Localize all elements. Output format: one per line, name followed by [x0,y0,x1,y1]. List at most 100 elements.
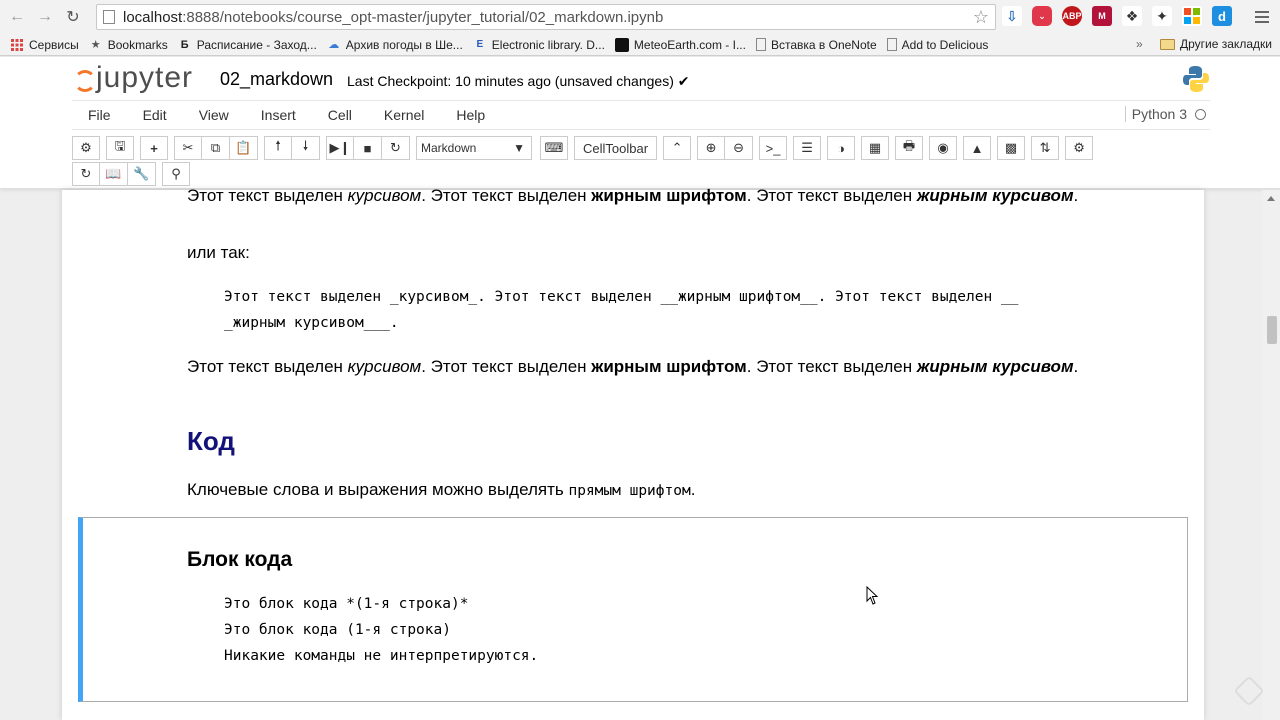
heading-code: Код [187,426,235,456]
code-line-2: Это блок кода (1-я строка) [224,622,451,638]
move-up-arrow-icon[interactable]: 🠕 [264,136,292,160]
back-arrow-icon[interactable]: ← [6,6,28,28]
refresh-icon[interactable]: ↻ [72,162,100,186]
cell-type-select[interactable]: Markdown ▼ [416,136,532,160]
search-icon[interactable]: ⚲ [162,162,190,186]
notebook-name[interactable]: 02_markdown [220,69,333,90]
insert-cell-plus-icon[interactable]: + [140,136,168,160]
mendeley-icon[interactable]: M [1092,6,1112,26]
browser-toolbar: ← → ↻ localhost:8888/notebooks/course_op… [0,0,1280,34]
extension-icons: ⇩ ⌄ ABP M ❖ ✦ d [1002,6,1232,26]
forward-arrow-icon[interactable]: → [34,6,56,28]
dictionary-icon[interactable]: d [1212,6,1232,26]
zoom-in-icon[interactable]: ⊕ [697,136,726,160]
evernote-icon[interactable]: ❖ [1122,6,1142,26]
b-icon: Ƃ [180,38,189,51]
bookmark-star-icon[interactable]: ☆ [973,7,989,28]
print-icon[interactable]: 🖶 [895,136,924,160]
page-scrollbar[interactable] [1262,190,1280,720]
menu-help[interactable]: Help [440,107,501,123]
blockquote-raw-line-2: _жирным курсивом___. [224,315,399,331]
menu-view[interactable]: View [183,107,245,123]
markdown-keywords: Ключевые слова и выражения можно выделят… [187,480,696,499]
celltoolbar-button[interactable]: CellToolbar [574,136,658,160]
bookmarks-overflow[interactable]: » [1136,37,1143,51]
terminal-icon[interactable]: >_ [759,136,788,160]
copy-icon[interactable]: ⧉ [202,136,230,160]
code-line-1: Это блок кода *(1-я строка)* [224,596,469,612]
kernel-idle-icon [1195,108,1206,120]
other-bookmarks[interactable]: Другие закладки [1160,37,1272,51]
cut-icon[interactable]: ✂ [174,136,202,160]
url-text: localhost:8888/notebooks/course_opt-mast… [123,8,664,26]
menu-edit[interactable]: Edit [127,107,183,123]
jupyter-logo[interactable]: jupyter [72,61,193,95]
page-icon [886,38,897,51]
bookmark-item[interactable]: ★ Bookmarks [89,38,168,52]
save-icon[interactable]: 🖫 [106,136,134,160]
calculator-icon[interactable]: ▦ [861,136,890,160]
code-line-3: Никакие команды не интерпретируются. [224,648,539,664]
graduation-cap-icon[interactable]: ▲ [963,136,992,160]
browser-menu-icon[interactable] [1252,6,1272,28]
download-ext-icon[interactable]: ⇩ [1002,6,1022,26]
paste-icon[interactable]: 📋 [230,136,258,160]
windows-icon[interactable] [1182,6,1202,26]
jupyter-orbit-icon [72,66,96,92]
markdown-text-ili-tak: или так: [187,243,250,262]
folder-icon [1160,38,1175,50]
keyboard-icon[interactable]: ⌨ [540,136,568,160]
scroll-thumb[interactable] [1267,316,1277,344]
pocket-icon[interactable]: ⌄ [1032,6,1052,26]
sort-icon[interactable]: ⇅ [1031,136,1060,160]
apps-grid-icon [10,38,24,52]
bookmark-item[interactable]: ☁ Архив погоды в Ше... [327,38,463,52]
meteo-icon [614,37,629,52]
move-down-arrow-icon[interactable]: 🠗 [292,136,320,160]
menu-file[interactable]: File [72,107,127,123]
bar-chart-icon[interactable]: ▩ [997,136,1026,160]
restart-icon[interactable]: ↻ [382,136,410,160]
zoom-out-icon[interactable]: ⊖ [725,136,754,160]
page-icon [755,38,766,51]
settings-gear-icon[interactable]: ⚙ [72,136,100,160]
notebook-menubar: File Edit View Insert Cell Kernel Help P… [72,100,1210,130]
run-step-icon[interactable]: ▶❙ [326,136,354,160]
star-icon: ★ [90,39,101,51]
menu-insert[interactable]: Insert [245,107,312,123]
notebook-toolbar-row2: ↻ 📖 🔧 ⚲ [72,161,212,187]
library-icon: E [476,39,484,50]
eye-icon[interactable]: ◉ [929,136,958,160]
bookmark-item[interactable]: Add to Delicious [886,38,988,52]
page-icon [103,10,115,24]
chevron-up-icon[interactable]: ⌃ [663,136,692,160]
address-bar[interactable]: localhost:8888/notebooks/course_opt-mast… [96,4,996,30]
adblock-icon[interactable]: ABP [1062,6,1082,26]
bookmarks-bar: Сервисы ★ Bookmarks Ƃ Расписание - Заход..… [0,34,1280,56]
python-logo-icon [1183,66,1209,92]
stop-square-icon[interactable]: ■ [354,136,382,160]
menu-kernel[interactable]: Kernel [368,107,440,123]
mouse-cursor-icon [866,586,879,605]
checkpoint-status: Last Checkpoint: 10 minutes ago (unsaved… [347,73,690,89]
tools-icon[interactable]: ✦ [1152,6,1172,26]
menu-cell[interactable]: Cell [312,107,368,123]
cogs-icon[interactable]: ⚙ [1065,136,1094,160]
bookmark-item[interactable]: Ƃ Расписание - Заход... [178,38,317,52]
toggle-icon[interactable]: ◑ [827,136,856,160]
bookmark-item[interactable]: MeteoEarth.com - I... [614,37,746,52]
bookmark-item[interactable]: E Electronic library. D... [473,38,604,52]
wrench-icon[interactable]: 🔧 [128,162,156,186]
reload-icon[interactable]: ↻ [62,6,84,28]
bookmark-item[interactable]: Вставка в OneNote [755,38,877,52]
watermark-icon [1233,675,1265,707]
kernel-indicator: Python 3 [1124,106,1206,122]
scroll-up-arrow-icon[interactable] [1267,196,1275,201]
list-icon[interactable]: ☰ [793,136,822,160]
book-icon[interactable]: 📖 [100,162,128,186]
markdown-line-styled-2: Этот текст выделен курсивом. Этот текст … [187,357,1079,376]
weather-icon: ☁ [328,39,340,51]
notebook-toolbar: ⚙ 🖫 + ✂ ⧉ 📋 🠕 🠗 ▶❙ ■ ↻ Markdown ▼ ⌨ CellT… [72,135,1212,161]
bookmark-item[interactable]: Сервисы [10,38,79,52]
markdown-line-styled: Этот текст выделен курсивом. Этот текст … [187,186,1079,205]
